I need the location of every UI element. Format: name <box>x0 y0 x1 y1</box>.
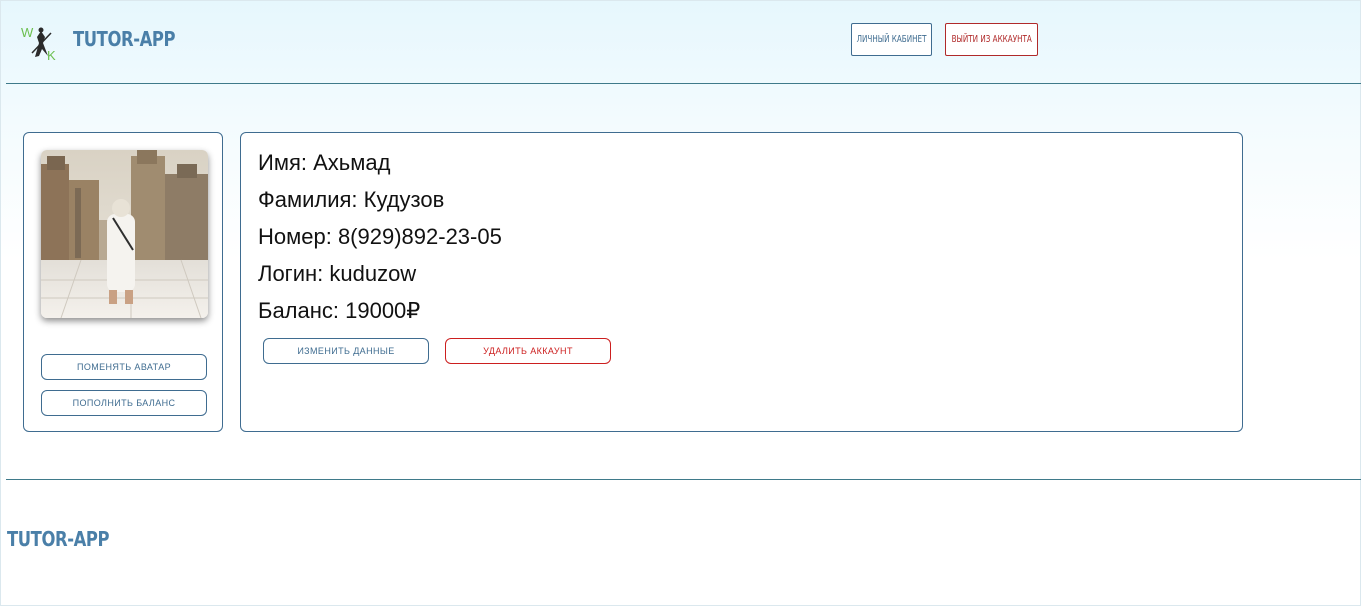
personal-cabinet-label: ЛИЧНЫЙ КАБИНЕТ <box>856 34 927 45</box>
profile-info-card: Имя: Ахьмад Фамилия: Кудузов Номер: 8(92… <box>240 132 1243 432</box>
change-avatar-label: ПОМЕНЯТЬ АВАТАР <box>76 362 172 372</box>
edit-data-button[interactable]: ИЗМЕНИТЬ ДАННЫЕ <box>263 338 429 364</box>
profile-phone: Номер: 8(929)892-23-05 <box>258 224 502 249</box>
delete-account-label: УДАЛИТЬ АККАУНТ <box>483 346 573 356</box>
header-divider <box>6 83 1361 84</box>
avatar-photo <box>41 150 208 318</box>
change-avatar-button[interactable]: ПОМЕНЯТЬ АВАТАР <box>41 354 207 380</box>
logout-button[interactable]: ВЫЙТИ ИЗ АККАУНТА <box>945 23 1038 56</box>
avatar <box>41 150 208 318</box>
footer-brand[interactable]: TUTOR-APP <box>7 527 110 551</box>
profile-login: Логин: kuduzow <box>258 261 417 286</box>
edit-data-label: ИЗМЕНИТЬ ДАННЫЕ <box>297 346 395 356</box>
logo-letter-bottom: K <box>47 48 56 63</box>
top-up-balance-button[interactable]: ПОПОЛНИТЬ БАЛАНС <box>41 390 207 416</box>
personal-cabinet-button[interactable]: ЛИЧНЫЙ КАБИНЕТ <box>851 23 932 56</box>
logo-letter-top: W <box>21 25 34 40</box>
delete-account-button[interactable]: УДАЛИТЬ АККАУНТ <box>445 338 611 364</box>
logo-icon[interactable]: W K <box>21 23 61 63</box>
header: W K TUTOR-APP ЛИЧНЫЙ КАБИНЕТ ВЫЙТИ ИЗ АК… <box>1 1 1361 83</box>
brand-title[interactable]: TUTOR-APP <box>73 27 176 51</box>
logout-label: ВЫЙТИ ИЗ АККАУНТА <box>951 34 1032 45</box>
top-up-balance-label: ПОПОЛНИТЬ БАЛАНС <box>72 398 176 408</box>
footer-divider <box>6 479 1361 480</box>
profile-name: Имя: Ахьмад <box>258 150 391 175</box>
profile-surname: Фамилия: Кудузов <box>258 187 445 212</box>
profile-balance: Баланс: 19000₽ <box>258 298 421 323</box>
avatar-card: ПОМЕНЯТЬ АВАТАР ПОПОЛНИТЬ БАЛАНС <box>23 132 223 432</box>
